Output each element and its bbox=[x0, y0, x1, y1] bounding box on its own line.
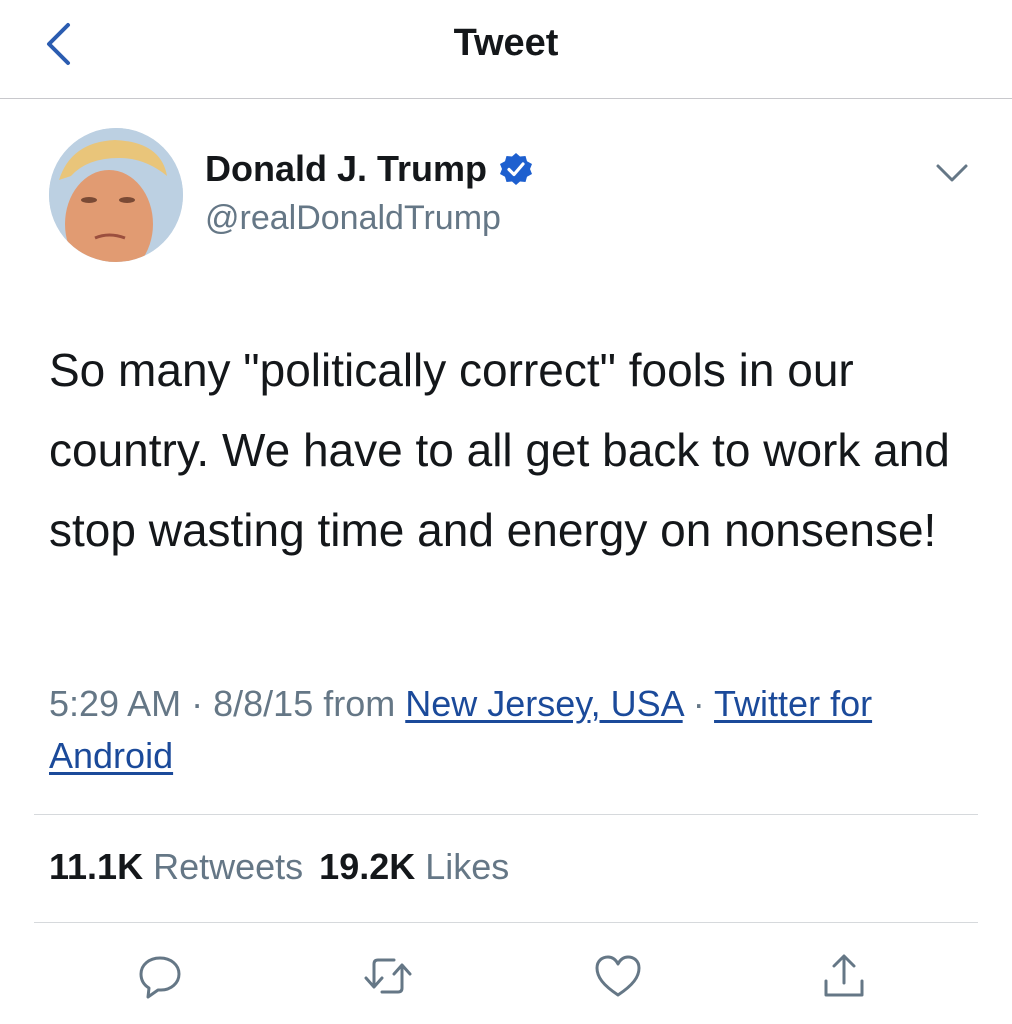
tweet-meta: 5:29 AM · 8/8/15 from New Jersey, USA · … bbox=[49, 678, 989, 782]
top-bar: Tweet bbox=[0, 0, 1012, 98]
chevron-down-icon bbox=[936, 164, 968, 182]
retweets-label: Retweets bbox=[153, 846, 304, 887]
like-icon bbox=[595, 955, 641, 997]
likes-stat[interactable]: 19.2K Likes bbox=[319, 846, 509, 887]
tweet-stats: 11.1K Retweets 19.2K Likes bbox=[49, 846, 509, 888]
author-handle[interactable]: @realDonaldTrump bbox=[205, 199, 501, 238]
location-link[interactable]: New Jersey, USA bbox=[405, 683, 682, 724]
meta-separator: · bbox=[191, 683, 204, 724]
meta-separator: · bbox=[692, 683, 705, 724]
retweets-stat[interactable]: 11.1K Retweets bbox=[49, 846, 303, 887]
retweet-button[interactable] bbox=[362, 950, 414, 1002]
display-name-text: Donald J. Trump bbox=[205, 148, 488, 189]
like-button[interactable] bbox=[592, 950, 644, 1002]
verified-badge-icon bbox=[500, 153, 533, 185]
reply-icon bbox=[139, 956, 181, 999]
share-button[interactable] bbox=[818, 950, 870, 1002]
share-icon bbox=[824, 954, 864, 997]
tweet-text: So many "politically correct" fools in o… bbox=[49, 344, 950, 556]
reply-button[interactable] bbox=[134, 950, 186, 1002]
from-label: from bbox=[323, 683, 396, 724]
retweets-count: 11.1K bbox=[49, 846, 144, 887]
divider bbox=[34, 814, 978, 815]
author-name[interactable]: Donald J. Trump bbox=[205, 148, 533, 190]
tweet-menu-button[interactable] bbox=[934, 158, 970, 188]
likes-count: 19.2K bbox=[319, 846, 416, 887]
page-title: Tweet bbox=[453, 22, 559, 64]
divider bbox=[34, 922, 978, 923]
tweet-date: 8/8/15 bbox=[213, 683, 314, 724]
likes-label: Likes bbox=[425, 846, 510, 887]
avatar[interactable] bbox=[49, 128, 183, 262]
tweet-time: 5:29 AM bbox=[49, 683, 182, 724]
retweet-icon bbox=[364, 958, 412, 994]
header-divider bbox=[0, 98, 1012, 99]
